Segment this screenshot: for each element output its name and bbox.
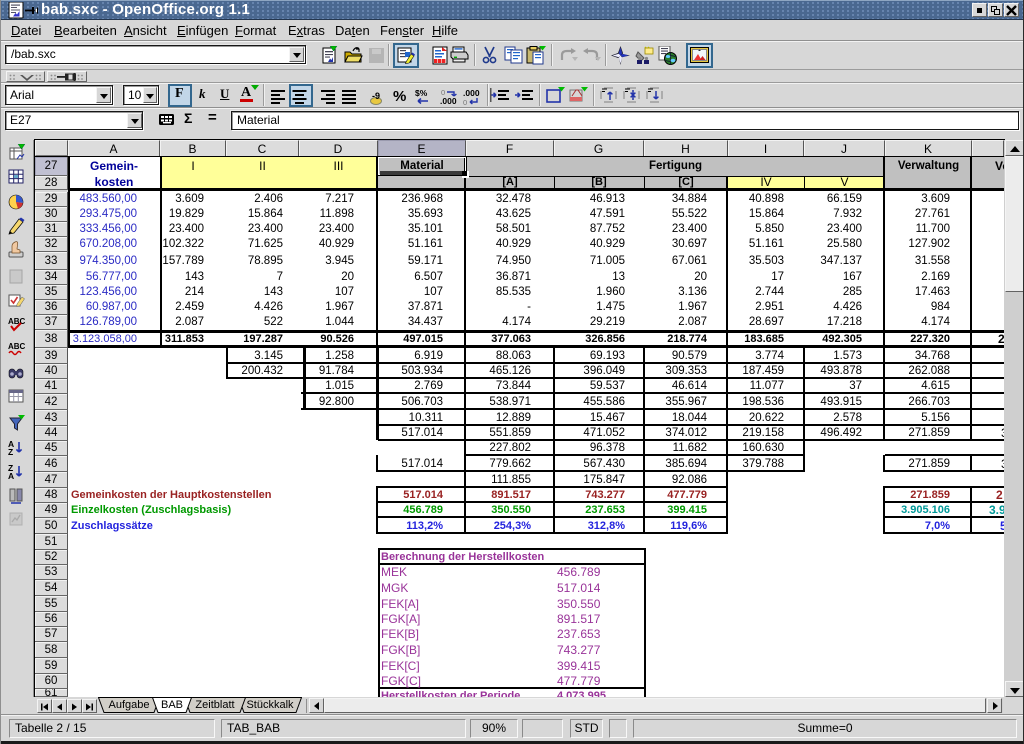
svg-text:Z: Z [8,447,13,457]
svg-text:0: 0 [441,88,445,97]
svg-text:ABC: ABC [8,317,25,326]
svg-text:.000: .000 [440,96,457,106]
svg-text:ABC: ABC [8,342,25,351]
svg-text:-9: -9 [372,91,380,101]
svg-text:A: A [8,471,14,481]
svg-text:$%: $% [415,88,428,98]
svg-text:0: 0 [463,98,467,106]
svg-text:.000: .000 [463,88,480,98]
